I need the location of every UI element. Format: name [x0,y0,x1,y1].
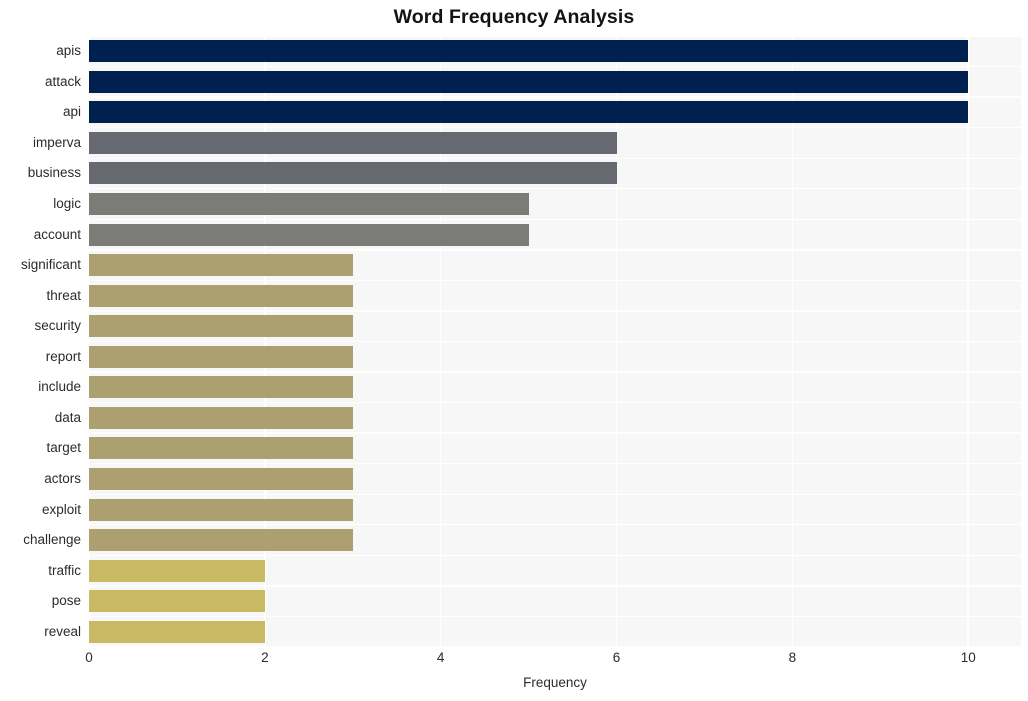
gridline-horizontal [89,310,1021,312]
bar-account[interactable] [89,223,529,246]
bar-data[interactable] [89,406,353,429]
gridline-horizontal [89,249,1021,251]
gridline-horizontal [89,36,1021,37]
bar-target[interactable] [89,437,353,460]
gridline-horizontal [89,493,1021,495]
y-axis-tick-labels: apis attack api imperva business logic account… [0,36,81,647]
y-tick-label-challenge: challenge [23,532,81,548]
gridline-horizontal [89,524,1021,526]
bar-apis[interactable] [89,40,969,63]
y-tick-label-threat: threat [46,287,81,303]
y-tick-label-attack: attack [44,73,81,89]
y-tick-label-exploit: exploit [41,501,81,517]
plot-area [89,36,1021,647]
chart-title: Word Frequency Analysis [393,6,635,28]
gridline-horizontal [89,126,1021,129]
gridline-horizontal [89,96,1021,98]
y-tick-label-significant: significant [20,257,81,273]
x-tick-label-8: 8 [788,650,797,665]
y-tick-label-reveal: reveal [44,623,81,639]
bar-reveal[interactable] [89,620,265,643]
bar-imperva[interactable] [89,131,617,154]
y-tick-label-api: api [62,104,81,120]
gridline-horizontal [89,401,1021,404]
x-tick-label-10: 10 [960,650,976,665]
bar-significant[interactable] [89,254,353,277]
bar-threat[interactable] [89,284,353,307]
y-tick-label-report: report [45,348,81,364]
bar-exploit[interactable] [89,498,353,521]
bar-traffic[interactable] [89,559,265,582]
bar-report[interactable] [89,345,353,368]
y-tick-label-security: security [34,318,81,334]
gridline-horizontal [89,371,1021,373]
chart-figure: Word Frequency Analysis apis attack api imp… [0,0,1028,701]
x-tick-label-2: 2 [261,650,269,665]
gridline-horizontal [89,279,1021,282]
bar-business[interactable] [89,162,617,185]
x-axis-tick-labels: 0 2 4 6 8 10 [85,650,1021,673]
gridline-horizontal [89,646,1021,647]
y-tick-label-data: data [54,409,81,425]
x-axis-label: Frequency [523,675,587,690]
bar-pose[interactable] [89,590,265,613]
y-tick-label-traffic: traffic [48,562,81,578]
gridline-horizontal [89,65,1021,68]
gridline-horizontal [89,157,1021,159]
y-tick-label-imperva: imperva [32,134,81,150]
y-tick-label-pose: pose [51,593,81,609]
gridline-horizontal [89,554,1021,557]
gridline-horizontal [89,463,1021,465]
bar-attack[interactable] [89,70,969,93]
gridline-horizontal [89,615,1021,618]
y-tick-label-business: business [27,165,81,181]
y-tick-label-apis: apis [56,43,81,59]
y-tick-label-actors: actors [44,470,81,486]
bar-challenge[interactable] [89,529,353,552]
gridline-horizontal [89,585,1021,587]
gridline-horizontal [89,432,1021,434]
y-tick-label-account: account [33,226,81,242]
bar-include[interactable] [89,376,353,399]
y-tick-label-logic: logic [53,196,81,212]
gridline-horizontal [89,340,1021,343]
y-tick-label-include: include [38,379,81,395]
bar-logic[interactable] [89,193,529,216]
bar-security[interactable] [89,315,353,338]
x-tick-label-6: 6 [612,650,621,665]
bar-api[interactable] [89,101,969,124]
x-tick-label-4: 4 [436,650,445,665]
x-tick-label-0: 0 [85,650,93,665]
gridline-horizontal [89,188,1021,190]
bar-actors[interactable] [89,467,353,490]
y-tick-label-target: target [46,440,81,456]
gridline-horizontal [89,218,1021,220]
